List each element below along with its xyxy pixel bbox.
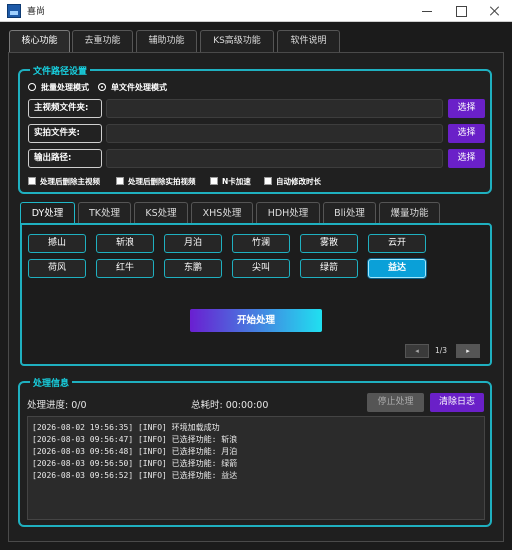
function-button[interactable]: 雾散: [300, 234, 358, 253]
title-bar: 喜尚: [0, 0, 512, 22]
tab-ks-advanced[interactable]: KS高级功能: [200, 30, 274, 52]
main-video-label: 主视频文件夹:: [28, 99, 102, 118]
tab-assist[interactable]: 辅助功能: [136, 30, 197, 52]
log-line: [2026-08-02 19:56:35] [INFO] 环境加载成功: [32, 423, 220, 432]
checkbox-icon: [28, 177, 36, 185]
start-processing-button[interactable]: 开始处理: [190, 309, 322, 332]
main-video-select-button[interactable]: 选择: [448, 99, 485, 118]
tab-dedup[interactable]: 去重功能: [72, 30, 133, 52]
function-button[interactable]: 荷风: [28, 259, 86, 278]
delete-main-video-label: 处理后删除主视频: [40, 177, 100, 186]
batch-mode-label: 批量处理模式: [41, 83, 89, 92]
single-mode-radio[interactable]: 单文件处理模式: [98, 82, 167, 93]
next-page-button[interactable]: ▸: [456, 344, 480, 358]
minimize-icon[interactable]: [410, 0, 444, 22]
subtab-ks[interactable]: KS处理: [134, 202, 188, 224]
delete-shoot-video-checkbox[interactable]: 处理后删除实拍视频: [116, 176, 196, 187]
shoot-folder-input[interactable]: [106, 124, 443, 143]
log-line: [2026-08-03 09:56:52] [INFO] 已选择功能: 益达: [32, 471, 238, 480]
maximize-icon[interactable]: [444, 0, 478, 22]
radio-unchecked-icon: [28, 83, 36, 91]
shoot-folder-select-button[interactable]: 选择: [448, 124, 485, 143]
subtab-tk[interactable]: TK处理: [78, 202, 131, 224]
subtab-dy[interactable]: DY处理: [20, 202, 75, 224]
log-output[interactable]: [2026-08-02 19:56:35] [INFO] 环境加载成功 [202…: [27, 416, 485, 520]
function-button[interactable]: 东鹏: [164, 259, 222, 278]
single-mode-label: 单文件处理模式: [111, 83, 167, 92]
output-path-input[interactable]: [106, 149, 443, 168]
file-path-title: 文件路径设置: [30, 64, 91, 77]
function-button[interactable]: 斩浪: [96, 234, 154, 253]
tab-manual[interactable]: 软件说明: [277, 30, 340, 52]
function-button[interactable]: 竹澜: [232, 234, 290, 253]
function-button[interactable]: 红牛: [96, 259, 154, 278]
function-button-selected[interactable]: 益达: [368, 259, 426, 278]
subtab-burst[interactable]: 爆量功能: [379, 202, 440, 224]
delete-main-video-checkbox[interactable]: 处理后删除主视频: [28, 176, 100, 187]
gpu-accel-checkbox[interactable]: N卡加速: [210, 176, 251, 187]
subtab-bili[interactable]: Bli处理: [323, 202, 376, 224]
progress-text: 处理进度: 0/0: [27, 400, 87, 411]
function-button[interactable]: 月泊: [164, 234, 222, 253]
output-path-label: 输出路径:: [28, 149, 102, 168]
function-button[interactable]: 尖叫: [232, 259, 290, 278]
gpu-accel-label: N卡加速: [222, 177, 251, 186]
checkbox-icon: [116, 177, 124, 185]
prev-page-button[interactable]: ◂: [405, 344, 429, 358]
page-indicator: 1/3: [435, 346, 448, 355]
auto-duration-label: 自动修改时长: [276, 177, 321, 186]
output-path-select-button[interactable]: 选择: [448, 149, 485, 168]
shoot-folder-label: 实拍文件夹:: [28, 124, 102, 143]
main-video-input[interactable]: [106, 99, 443, 118]
log-line: [2026-08-03 09:56:48] [INFO] 已选择功能: 月泊: [32, 447, 238, 456]
tab-core[interactable]: 核心功能: [9, 30, 70, 53]
stop-processing-button[interactable]: 停止处理: [367, 393, 424, 412]
subtab-xhs[interactable]: XHS处理: [191, 202, 253, 224]
function-button[interactable]: 绿箭: [300, 259, 358, 278]
elapsed-time-text: 总耗时: 00:00:00: [191, 400, 269, 411]
close-icon[interactable]: [478, 0, 512, 22]
delete-shoot-video-label: 处理后删除实拍视频: [128, 177, 196, 186]
function-button[interactable]: 撼山: [28, 234, 86, 253]
function-button[interactable]: 云开: [368, 234, 426, 253]
checkbox-icon: [264, 177, 272, 185]
subtab-hdh[interactable]: HDH处理: [256, 202, 320, 224]
checkbox-icon: [210, 177, 218, 185]
batch-mode-radio[interactable]: 批量处理模式: [28, 82, 89, 93]
radio-checked-icon: [98, 83, 106, 91]
clear-log-button[interactable]: 清除日志: [430, 393, 484, 412]
window-title: 喜尚: [27, 7, 46, 17]
log-line: [2026-08-03 09:56:50] [INFO] 已选择功能: 绿箭: [32, 459, 238, 468]
auto-duration-checkbox[interactable]: 自动修改时长: [264, 176, 321, 187]
app-icon: [7, 4, 21, 18]
processing-info-title: 处理信息: [30, 376, 73, 389]
log-line: [2026-08-03 09:56:47] [INFO] 已选择功能: 斩浪: [32, 435, 238, 444]
